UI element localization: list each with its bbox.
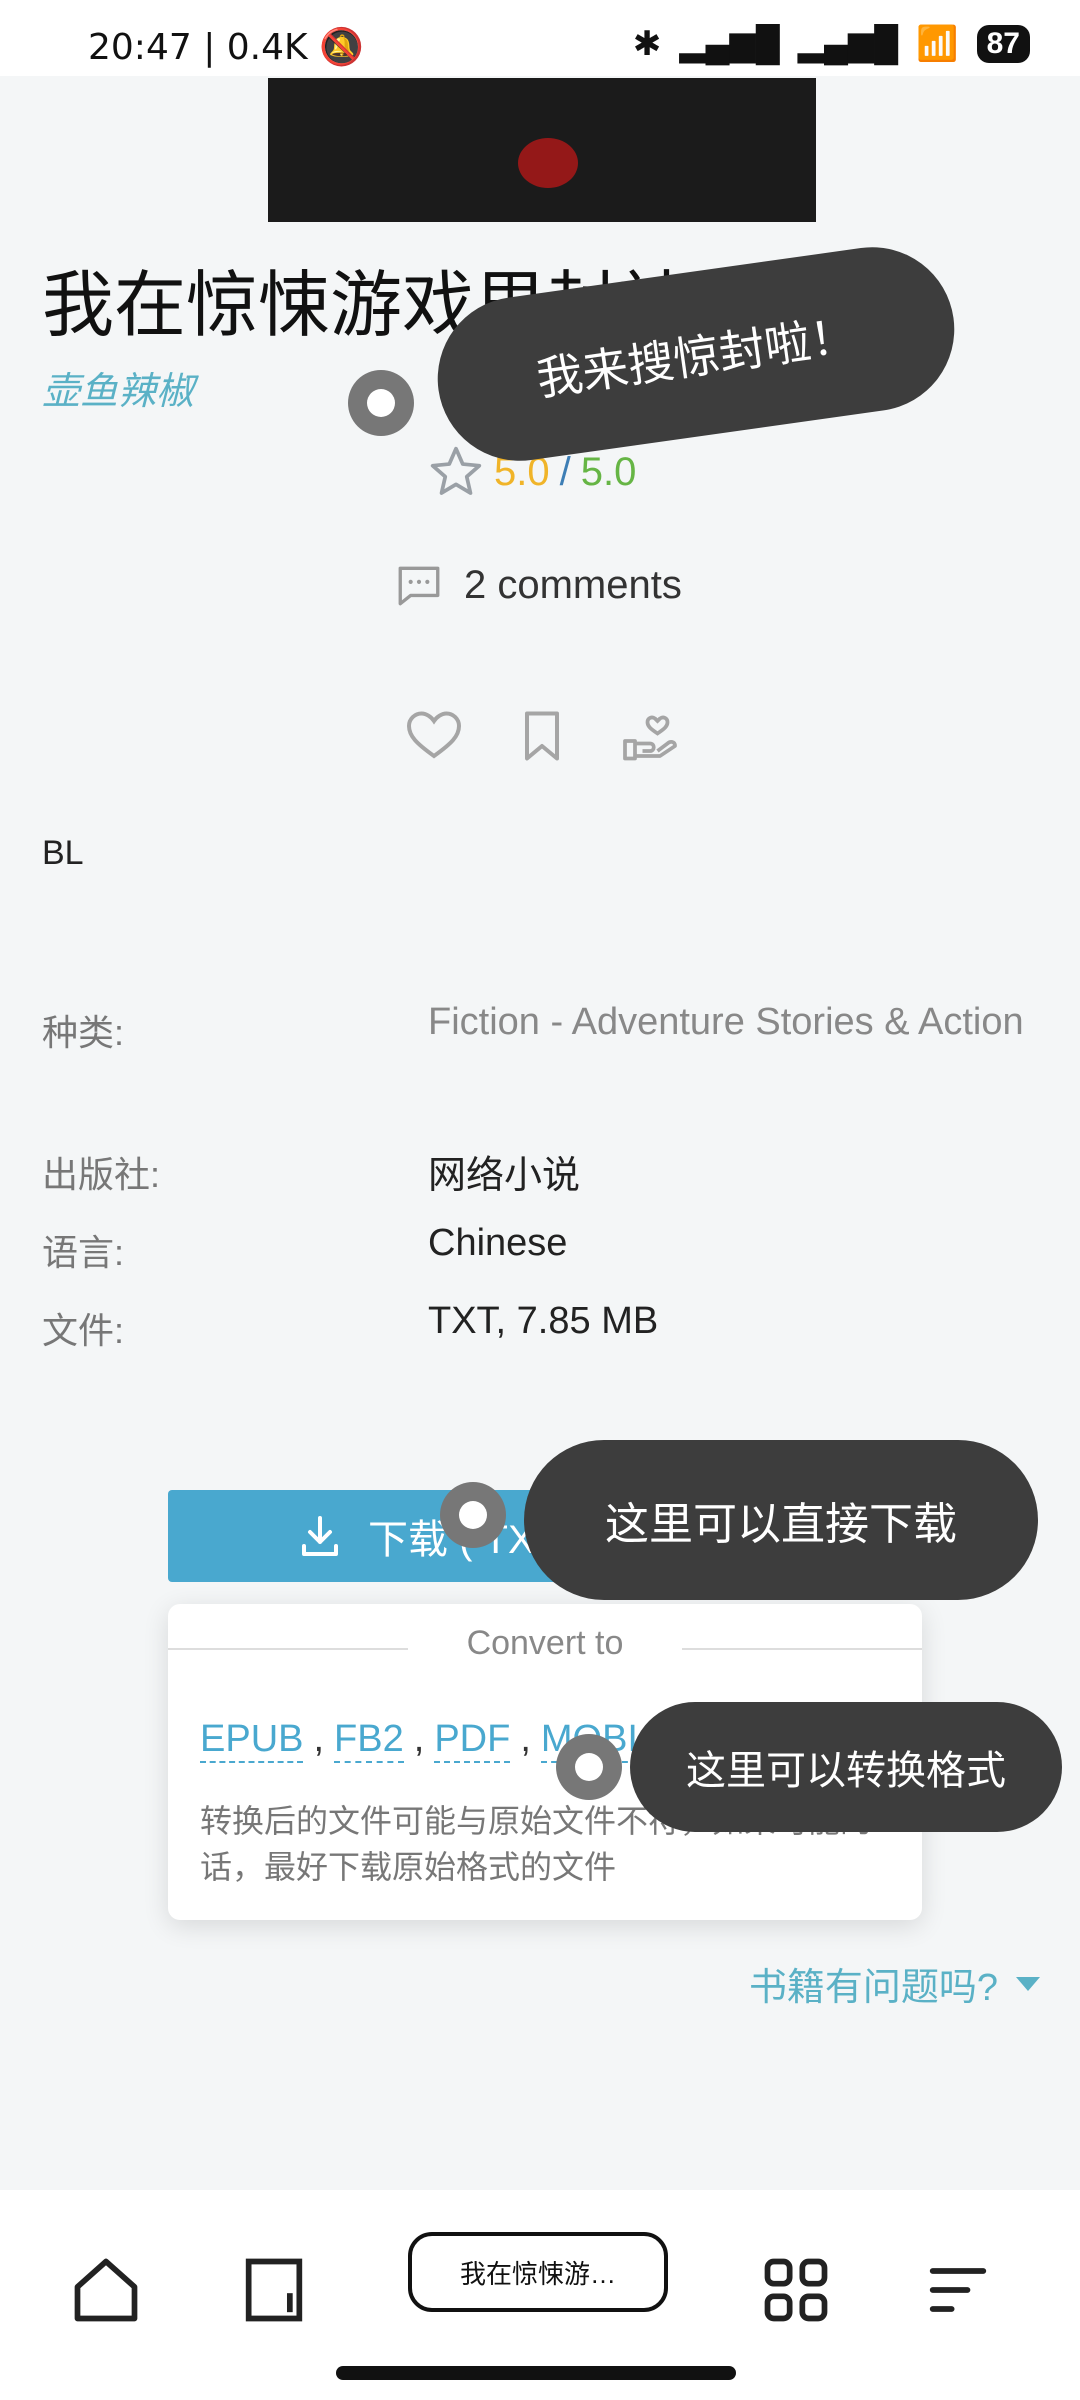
mute-icon: 🔕 bbox=[319, 27, 364, 68]
language-value: Chinese bbox=[428, 1222, 568, 1264]
apps-grid-icon[interactable] bbox=[758, 2252, 834, 2328]
convert-title: Convert to bbox=[466, 1624, 624, 1662]
rating-separator: / bbox=[559, 449, 571, 494]
book-author-link[interactable]: 壶鱼辣椒 bbox=[42, 360, 194, 415]
status-icons: ✱ ▂▄▆█ ▂▄▆█ 📶 87 bbox=[633, 24, 1030, 64]
bottom-nav: 我在惊悚游… bbox=[0, 2190, 1080, 2400]
download-icon bbox=[302, 1516, 338, 1556]
category-value[interactable]: Fiction - Adventure Stories & Action bbox=[428, 992, 1048, 1052]
page-icon[interactable] bbox=[236, 2252, 312, 2328]
format-fb2-link[interactable]: FB2 bbox=[334, 1718, 404, 1763]
network-speed: 0.4K bbox=[226, 27, 308, 68]
status-time: 20:47 | 0.4K 🔕 bbox=[88, 27, 364, 68]
bookmark-icon[interactable] bbox=[512, 706, 572, 766]
book-actions bbox=[404, 706, 680, 766]
book-tag: BL bbox=[42, 834, 84, 872]
donate-icon[interactable] bbox=[620, 706, 680, 766]
comments-count: 2 comments bbox=[464, 562, 682, 607]
format-pdf-link[interactable]: PDF bbox=[434, 1718, 511, 1763]
wifi-icon: 📶 bbox=[916, 25, 959, 63]
chevron-down-icon bbox=[1016, 1976, 1040, 1991]
signal-icon-2: ▂▄▆█ bbox=[797, 25, 899, 63]
heart-icon[interactable] bbox=[404, 706, 464, 766]
report-problem-link[interactable]: 书籍有问题吗? bbox=[749, 1956, 1040, 2011]
annotation-bubble: 这里可以直接下载 bbox=[524, 1440, 1038, 1600]
home-icon[interactable] bbox=[68, 2252, 144, 2328]
status-bar: 20:47 | 0.4K 🔕 ✱ ▂▄▆█ ▂▄▆█ 📶 87 bbox=[0, 0, 1080, 76]
battery-icon: 87 bbox=[976, 25, 1030, 63]
bluetooth-icon: ✱ bbox=[632, 25, 662, 63]
signal-icon: ▂▄▆█ bbox=[679, 25, 780, 63]
language-label: 语言: bbox=[42, 1232, 125, 1273]
category-label: 种类: bbox=[42, 1012, 125, 1053]
rating-max: 5.0 bbox=[580, 449, 637, 494]
tap-marker bbox=[348, 370, 414, 436]
publisher-label: 出版社: bbox=[42, 1154, 161, 1195]
file-label: 文件: bbox=[42, 1310, 125, 1351]
tap-marker bbox=[440, 1482, 506, 1548]
menu-icon[interactable] bbox=[920, 2252, 996, 2328]
publisher-value: 网络小说 bbox=[428, 1155, 581, 1197]
report-problem-label: 书籍有问题吗? bbox=[748, 1967, 998, 2009]
current-tab-button[interactable]: 我在惊悚游… bbox=[408, 2232, 668, 2312]
comment-icon bbox=[398, 566, 440, 606]
comments-link[interactable]: 2 comments bbox=[394, 560, 682, 610]
cover-decoration bbox=[518, 138, 578, 188]
book-cover bbox=[268, 78, 816, 222]
format-epub-link[interactable]: EPUB bbox=[200, 1718, 304, 1763]
annotation-bubble: 这里可以转换格式 bbox=[630, 1702, 1062, 1832]
file-value: TXT, 7.85 MB bbox=[428, 1300, 659, 1342]
star-icon[interactable] bbox=[428, 444, 484, 500]
tap-marker bbox=[556, 1734, 622, 1800]
home-indicator[interactable] bbox=[336, 2366, 736, 2380]
clock: 20:47 bbox=[88, 27, 192, 68]
